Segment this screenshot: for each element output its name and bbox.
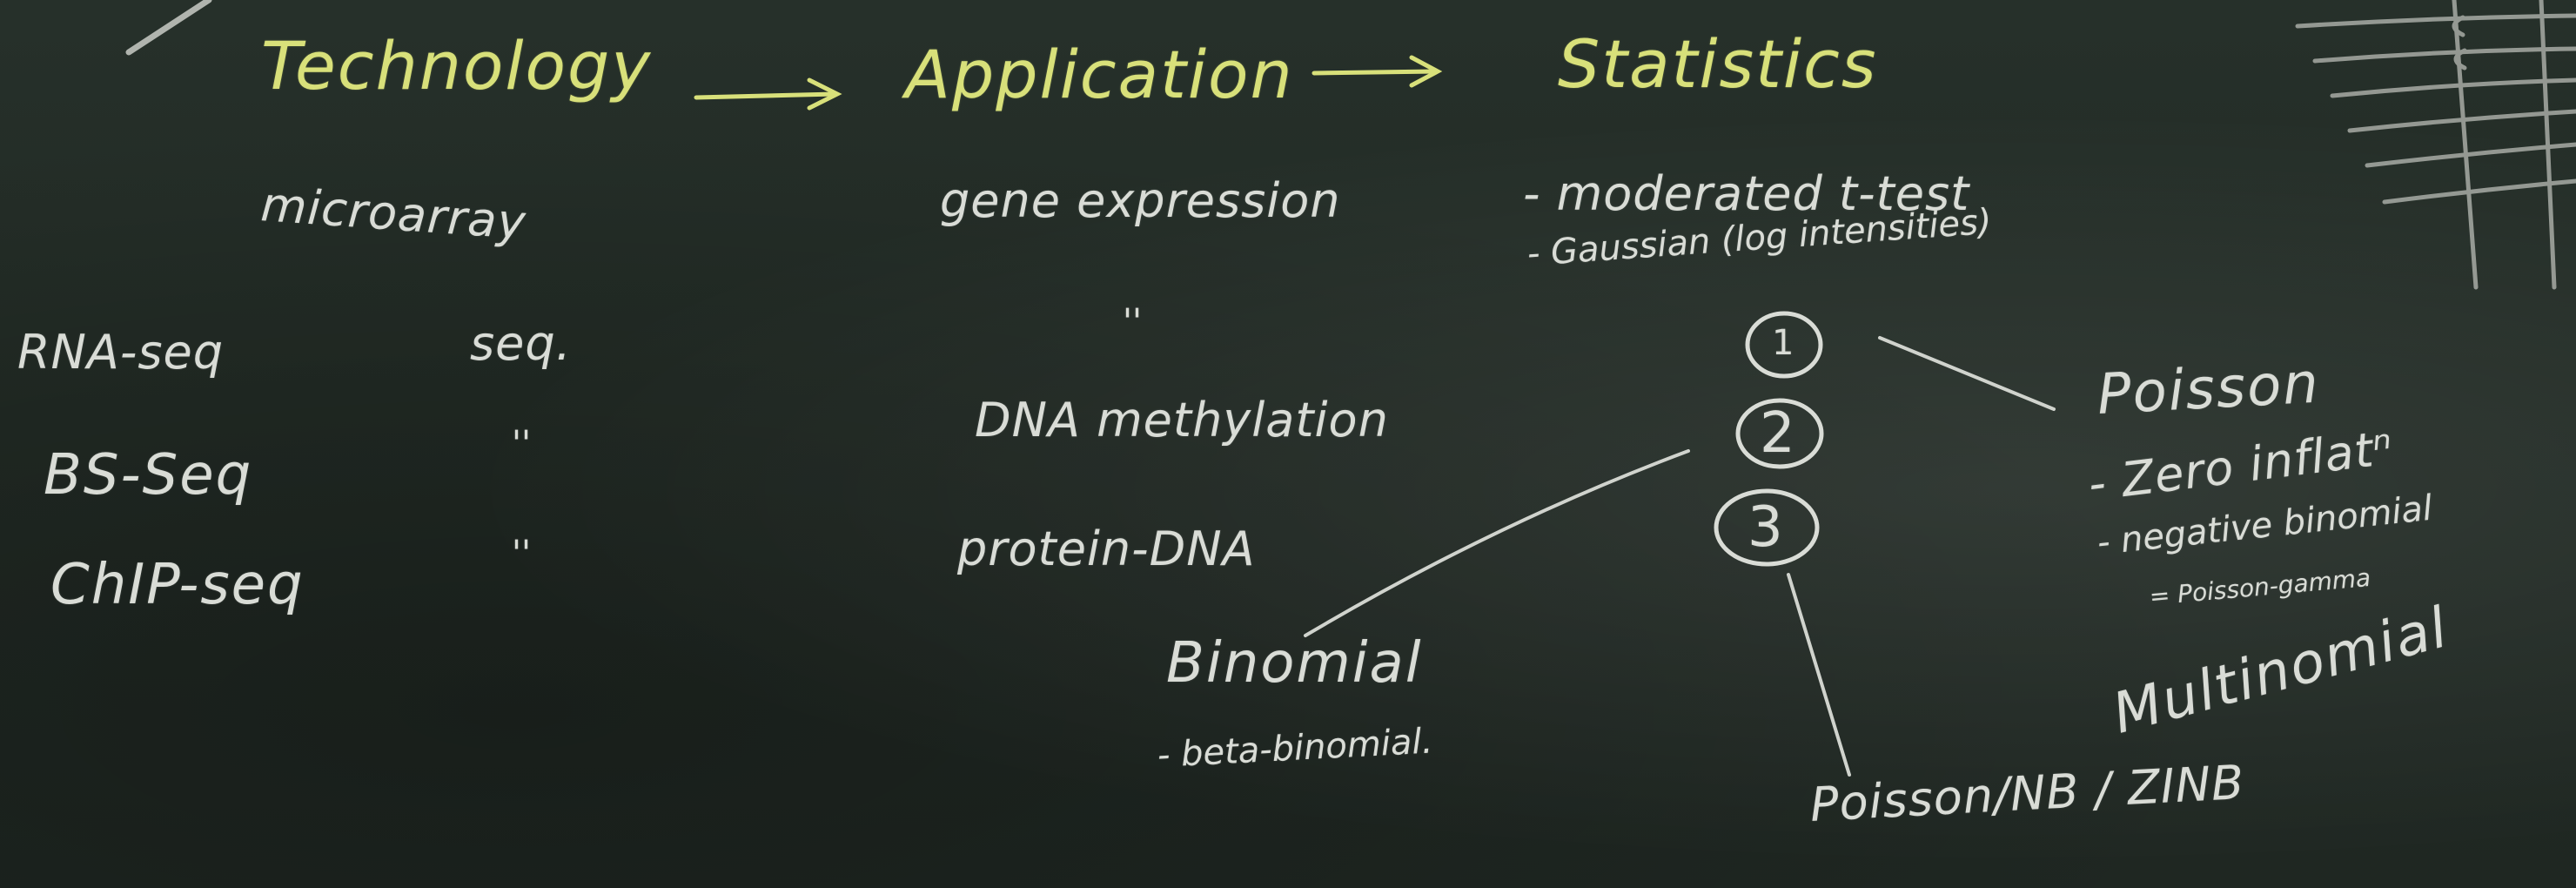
grid-sketch	[2295, 0, 2576, 290]
line-2-to-binomial	[1304, 449, 1690, 637]
app-ditto: ''	[1123, 302, 1142, 342]
tech-seq: seq.	[470, 316, 572, 371]
line-3-to-poisson-nb	[1787, 573, 1851, 777]
tech-ditto-2: ''	[512, 534, 531, 574]
corner-stroke	[125, 0, 212, 56]
arrow-application-to-statistics	[1311, 55, 1443, 88]
chalkboard: Technology Application Statistics microa…	[0, 0, 2576, 888]
header-statistics: Statistics	[1558, 25, 1878, 103]
tech-bs-seq: BS-Seq	[44, 443, 253, 508]
arrow-tech-to-application	[694, 77, 842, 111]
tech-rna-seq: RNA-seq	[17, 325, 224, 380]
app-gene-expression: gene expression	[940, 173, 1341, 228]
stat-binomial: Binomial	[1166, 631, 1423, 696]
header-application: Application	[905, 36, 1294, 113]
line-1-to-poisson	[1878, 336, 2056, 411]
app-dna-methylation: DNA methylation	[975, 393, 1389, 447]
stat-number-2: 2	[1760, 401, 1797, 466]
stat-number-1: 1	[1772, 323, 1794, 363]
app-protein-dna: protein-DNA	[957, 521, 1256, 576]
tech-chip-seq: ChIP-seq	[50, 553, 305, 617]
tech-ditto-1: ''	[512, 424, 531, 464]
header-technology: Technology	[261, 27, 653, 104]
stat-number-3: 3	[1748, 495, 1785, 560]
stat-poisson: Poisson	[2096, 351, 2322, 427]
